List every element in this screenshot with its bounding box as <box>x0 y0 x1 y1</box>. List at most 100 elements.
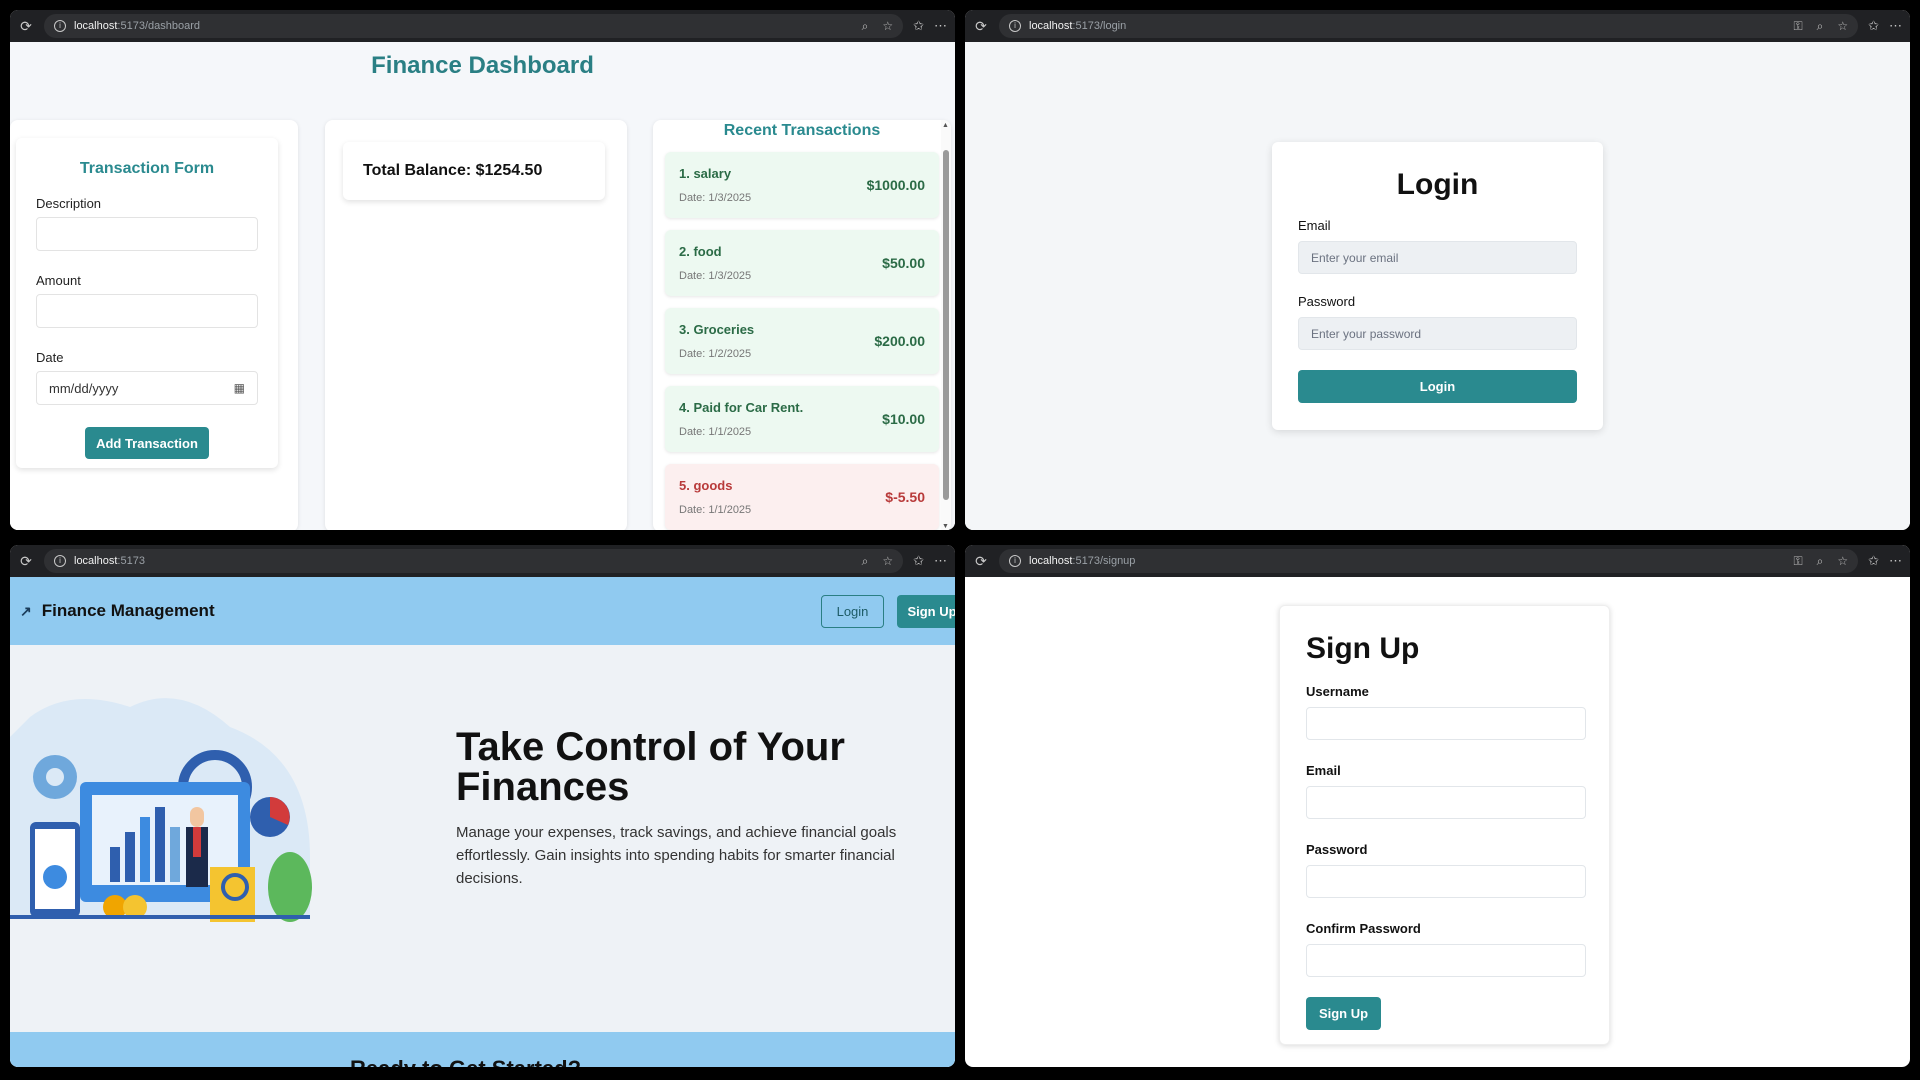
login-card: Login Email Enter your email Password En… <box>1272 142 1603 430</box>
confirm-password-field[interactable] <box>1306 944 1586 977</box>
email-label: Email <box>1306 763 1341 778</box>
total-balance: Total Balance: $1254.50 <box>343 142 605 200</box>
browser-toolbar: ⟳ i localhost:5173/login ⚿ ⌕ ☆ ✩ ⋯ <box>965 10 1910 42</box>
amount-input[interactable] <box>36 294 258 328</box>
address-bar[interactable]: i localhost:5173/dashboard ⌕ ☆ <box>44 14 904 38</box>
reload-icon[interactable]: ⟳ <box>18 553 34 570</box>
transaction-date: Date: 1/3/2025 <box>679 192 752 204</box>
menu-icon[interactable]: ⋯ <box>1889 18 1902 34</box>
url-path: :5173/login <box>1072 20 1127 32</box>
browser-toolbar: ⟳ i localhost:5173/signup ⚿ ⌕ ☆ ✩ ⋯ <box>965 545 1910 577</box>
star-icon[interactable]: ☆ <box>1837 554 1848 569</box>
url-path: :5173/dashboard <box>117 20 200 32</box>
transaction-item: 1. salary Date: 1/3/2025 $1000.00 <box>665 152 939 218</box>
url-path: :5173 <box>117 555 145 567</box>
transaction-item: 3. Groceries Date: 1/2/2025 $200.00 <box>665 308 939 374</box>
password-field[interactable]: Enter your password <box>1298 317 1577 350</box>
favorites-icon[interactable]: ✩ <box>913 18 924 34</box>
scroll-up-icon[interactable]: ▲ <box>942 122 949 129</box>
page-title: Finance Dashboard <box>371 52 594 79</box>
password-label: Password <box>1298 294 1356 309</box>
dashboard-page: Finance Dashboard Transaction Form Descr… <box>10 42 955 530</box>
transaction-item: 5. goods Date: 1/1/2025 $-5.50 <box>665 464 939 530</box>
favorites-icon[interactable]: ✩ <box>1868 553 1879 569</box>
calendar-icon[interactable]: ▦ <box>234 381 245 395</box>
email-field[interactable]: Enter your email <box>1298 241 1577 274</box>
hero-title-line-1: Take Control of Your <box>456 725 845 769</box>
nav-login-button[interactable]: Login <box>821 595 884 628</box>
transaction-item: 2. food Date: 1/3/2025 $50.00 <box>665 230 939 296</box>
description-label: Description <box>36 196 102 211</box>
confirm-password-label: Confirm Password <box>1306 921 1421 936</box>
site-info-icon[interactable]: i <box>1009 20 1021 32</box>
login-page: Login Email Enter your email Password En… <box>965 42 1910 530</box>
cta-title: Ready to Get Started? <box>350 1056 581 1067</box>
transactions-panel[interactable]: Recent Transactions 1. salary Date: 1/3/… <box>653 120 951 530</box>
transaction-amount: $50.00 <box>882 255 925 271</box>
email-label: Email <box>1298 218 1331 233</box>
star-icon[interactable]: ☆ <box>1837 19 1848 34</box>
recent-transactions-title: Recent Transactions <box>723 122 881 139</box>
zoom-icon[interactable]: ⌕ <box>862 554 869 569</box>
signup-card: Sign Up Username Email Password Confirm … <box>1279 605 1610 1045</box>
transaction-date: Date: 1/2/2025 <box>679 348 752 360</box>
star-icon[interactable]: ☆ <box>882 554 893 569</box>
url-path: :5173/signup <box>1072 555 1136 567</box>
url-host: localhost <box>1029 20 1073 32</box>
favorites-icon[interactable]: ✩ <box>1868 18 1879 34</box>
scroll-down-icon[interactable]: ▼ <box>942 523 949 530</box>
reload-icon[interactable]: ⟳ <box>973 18 989 35</box>
key-icon[interactable]: ⚿ <box>1793 19 1802 34</box>
url-host: localhost <box>74 555 118 567</box>
login-title: Login <box>1396 168 1479 201</box>
browser-toolbar: ⟳ i localhost:5173 ⌕ ☆ ✩ ⋯ <box>10 545 955 577</box>
login-window: ⟳ i localhost:5173/login ⚿ ⌕ ☆ ✩ ⋯ Login E… <box>965 10 1910 530</box>
transaction-name: 5. goods <box>679 478 733 493</box>
signup-window: ⟳ i localhost:5173/signup ⚿ ⌕ ☆ ✩ ⋯ Sign U… <box>965 545 1910 1067</box>
zoom-icon[interactable]: ⌕ <box>1817 554 1824 569</box>
login-button[interactable]: Login <box>1298 370 1577 403</box>
form-panel: Transaction Form Description Amount Date… <box>10 120 298 530</box>
signup-button[interactable]: Sign Up <box>1306 997 1381 1030</box>
site-info-icon[interactable]: i <box>1009 555 1021 567</box>
menu-icon[interactable]: ⋯ <box>934 553 947 569</box>
email-field[interactable] <box>1306 786 1586 819</box>
nav-signup-button[interactable]: Sign Up <box>897 595 955 628</box>
amount-label: Amount <box>36 273 81 288</box>
reload-icon[interactable]: ⟳ <box>973 553 989 570</box>
hero-title-line-2: Finances <box>456 765 630 809</box>
brand-name[interactable]: Finance Management <box>42 601 215 621</box>
description-input[interactable] <box>36 217 258 251</box>
add-transaction-button[interactable]: Add Transaction <box>85 427 209 459</box>
browser-toolbar: ⟳ i localhost:5173/dashboard ⌕ ☆ ✩ ⋯ <box>10 10 955 42</box>
username-field[interactable] <box>1306 707 1586 740</box>
signup-title: Sign Up <box>1306 632 1420 665</box>
transaction-form: Transaction Form Description Amount Date… <box>16 138 278 468</box>
date-input[interactable]: mm/dd/yyyy ▦ <box>36 371 258 405</box>
finance-illustration <box>10 698 312 922</box>
address-bar[interactable]: i localhost:5173/signup ⚿ ⌕ ☆ <box>999 549 1859 573</box>
email-placeholder: Enter your email <box>1311 250 1399 265</box>
zoom-icon[interactable]: ⌕ <box>1817 19 1824 34</box>
transaction-date: Date: 1/1/2025 <box>679 504 752 516</box>
site-info-icon[interactable]: i <box>54 20 66 32</box>
menu-icon[interactable]: ⋯ <box>934 18 947 34</box>
navbar: ↗ Finance Management Login Sign Up <box>10 577 955 645</box>
transaction-date: Date: 1/3/2025 <box>679 270 752 282</box>
reload-icon[interactable]: ⟳ <box>18 18 34 35</box>
favorites-icon[interactable]: ✩ <box>913 553 924 569</box>
scrollbar-thumb[interactable] <box>943 150 949 500</box>
address-bar[interactable]: i localhost:5173 ⌕ ☆ <box>44 549 904 573</box>
username-label: Username <box>1306 684 1369 699</box>
key-icon[interactable]: ⚿ <box>1793 554 1802 569</box>
star-icon[interactable]: ☆ <box>882 19 893 34</box>
scrollbar[interactable]: ▲ ▼ <box>941 120 951 530</box>
transaction-name: 3. Groceries <box>679 322 755 337</box>
menu-icon[interactable]: ⋯ <box>1889 553 1902 569</box>
zoom-icon[interactable]: ⌕ <box>862 19 869 34</box>
address-bar[interactable]: i localhost:5173/login ⚿ ⌕ ☆ <box>999 14 1859 38</box>
url-host: localhost <box>74 20 118 32</box>
site-info-icon[interactable]: i <box>54 555 66 567</box>
hero-section: Take Control of Your Finances Manage your… <box>456 727 916 890</box>
password-field[interactable] <box>1306 865 1586 898</box>
